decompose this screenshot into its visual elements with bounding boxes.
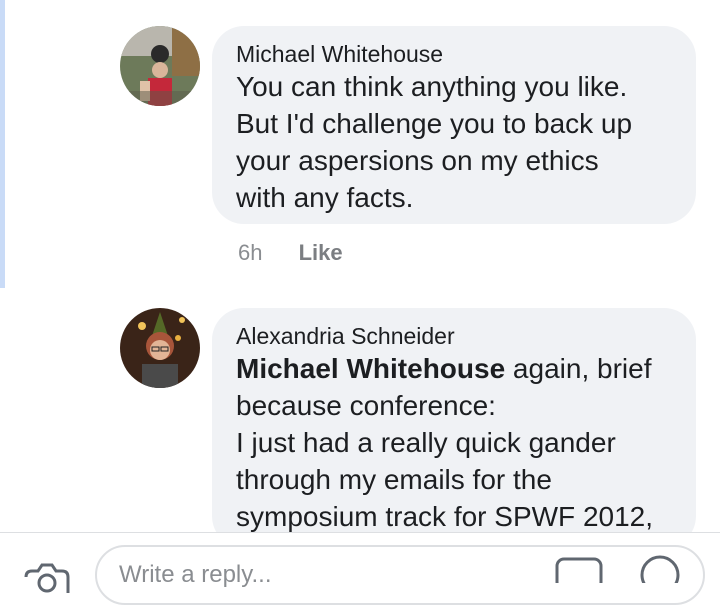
comment-author[interactable]: Michael Whitehouse bbox=[236, 40, 672, 68]
avatar-michael-whitehouse[interactable] bbox=[120, 26, 200, 106]
like-button[interactable]: Like bbox=[299, 240, 343, 265]
emoji-icon[interactable] bbox=[638, 553, 682, 595]
camera-icon[interactable] bbox=[22, 563, 70, 598]
avatar-alexandria-schneider[interactable] bbox=[120, 308, 200, 388]
comment-bubble: Michael Whitehouse You can think anythin… bbox=[212, 26, 696, 224]
reply-input[interactable]: Write a reply... bbox=[95, 545, 705, 605]
thread-indicator bbox=[0, 0, 5, 288]
gif-icon[interactable] bbox=[555, 557, 603, 591]
comment-meta: 6h Like bbox=[238, 240, 343, 266]
mention-link[interactable]: Michael Whitehouse bbox=[236, 353, 505, 384]
comment-bubble: Alexandria Schneider Michael Whitehouse … bbox=[212, 308, 696, 548]
comment-separator bbox=[0, 288, 720, 296]
comment-timestamp[interactable]: 6h bbox=[238, 240, 262, 265]
reply-composer: Write a reply... bbox=[0, 532, 720, 605]
comment-text: You can think anything you like. But I'd… bbox=[236, 71, 633, 213]
comment-text: Michael Whitehouse again, brief because … bbox=[236, 353, 654, 532]
comment-author[interactable]: Alexandria Schneider bbox=[236, 322, 672, 350]
